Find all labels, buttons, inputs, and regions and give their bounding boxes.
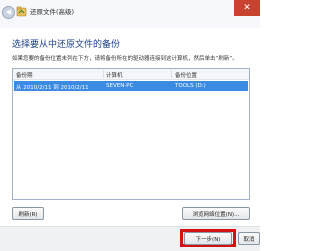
cell-location: TOOLS (D:)	[175, 83, 206, 89]
close-icon: ✕	[243, 2, 251, 13]
column-header-location[interactable]: 备份位置	[175, 71, 197, 79]
browse-network-button-label: 浏览网络位置(N)...	[192, 211, 240, 218]
back-button[interactable]: ◀	[2, 6, 15, 19]
window-title: 还原文件(高级)	[30, 8, 75, 16]
table-row[interactable]: 从 2010/2/11 到 2010/2/11 SEVEN-PC TOOLS (…	[14, 81, 248, 91]
column-divider[interactable]	[103, 70, 104, 78]
cell-backup-period: 从 2010/2/11 到 2010/2/11	[16, 85, 89, 91]
title-bar: ◀ 还原文件(高级) ✕	[0, 0, 260, 28]
cancel-button[interactable]: 取消	[238, 232, 260, 245]
back-arrow-icon: ◀	[5, 8, 12, 16]
table-header: 备份期 计算机 备份位置	[13, 69, 249, 80]
instruction-text: 如果您要的备份位置未列在下方，请将备份所在的驱动器连接到这计算机，然后单击“刷新…	[12, 56, 238, 62]
page-heading: 选择要从中还原文件的备份	[12, 40, 121, 50]
cell-computer: SEVEN-PC	[106, 83, 134, 89]
restore-files-icon	[16, 6, 27, 17]
close-button[interactable]: ✕	[234, 0, 260, 16]
column-header-computer[interactable]: 计算机	[106, 71, 123, 79]
cancel-button-label: 取消	[243, 236, 255, 243]
browse-network-button[interactable]: 浏览网络位置(N)...	[182, 207, 250, 220]
refresh-button[interactable]: 刷新(R)	[12, 207, 44, 220]
column-divider[interactable]	[171, 70, 172, 78]
refresh-button-label: 刷新(R)	[18, 211, 38, 218]
next-button[interactable]: 下一步(N)	[184, 232, 232, 245]
next-button-label: 下一步(N)	[195, 236, 221, 243]
backup-list[interactable]: 备份期 计算机 备份位置 从 2010/2/11 到 2010/2/11 SEV…	[12, 68, 250, 200]
column-header-period[interactable]: 备份期	[16, 71, 33, 79]
